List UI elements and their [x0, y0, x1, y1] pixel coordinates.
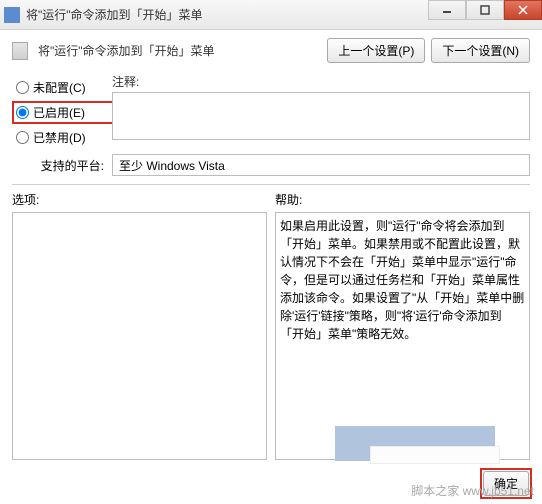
radio-disabled[interactable]: 已禁用(D)	[16, 129, 112, 146]
platform-value: 至少 Windows Vista	[119, 157, 225, 174]
overlay-decoration-2	[370, 446, 500, 464]
comment-label: 注释:	[112, 73, 530, 90]
radio-not-configured-label: 未配置(C)	[33, 79, 86, 96]
platform-label: 支持的平台:	[12, 157, 106, 174]
radio-enabled-input[interactable]	[16, 106, 29, 119]
options-panel[interactable]	[12, 212, 267, 460]
header-row: 将"运行"命令添加到「开始」菜单 上一个设置(P) 下一个设置(N)	[12, 38, 530, 63]
radio-disabled-input[interactable]	[16, 131, 29, 144]
comment-textarea[interactable]	[112, 92, 530, 140]
policy-icon	[12, 42, 28, 60]
highlight-box: 已启用(E)	[12, 101, 116, 124]
minimize-button[interactable]	[428, 0, 466, 20]
window-title: 将"运行"命令添加到「开始」菜单	[26, 6, 203, 23]
app-icon	[4, 7, 20, 23]
policy-title: 将"运行"命令添加到「开始」菜单	[38, 42, 215, 59]
window-controls	[428, 0, 542, 20]
watermark: 脚本之家 www.jb51.net	[411, 482, 534, 499]
options-label: 选项:	[12, 191, 267, 208]
help-text: 如果启用此设置，则"运行"命令将会添加到「开始」菜单。如果禁用或不配置此设置，默…	[280, 219, 524, 341]
bottom-bar: 确定 脚本之家 www.jb51.net	[0, 466, 542, 501]
radio-disabled-label: 已禁用(D)	[33, 129, 86, 146]
platform-field: 至少 Windows Vista	[112, 154, 530, 176]
radio-not-configured[interactable]: 未配置(C)	[16, 79, 112, 96]
radio-not-configured-input[interactable]	[16, 81, 29, 94]
prev-setting-button[interactable]: 上一个设置(P)	[327, 38, 425, 63]
close-button[interactable]	[504, 0, 542, 20]
maximize-button[interactable]	[466, 0, 504, 20]
titlebar: 将"运行"命令添加到「开始」菜单	[0, 0, 542, 30]
state-radios: 未配置(C) 已启用(E) 已禁用(D)	[12, 73, 112, 154]
next-setting-button[interactable]: 下一个设置(N)	[431, 38, 530, 63]
help-panel: 如果启用此设置，则"运行"命令将会添加到「开始」菜单。如果禁用或不配置此设置，默…	[275, 212, 530, 460]
radio-enabled-label: 已启用(E)	[33, 104, 85, 121]
divider	[12, 184, 530, 185]
radio-enabled[interactable]: 已启用(E)	[16, 104, 112, 121]
help-label: 帮助:	[275, 191, 530, 208]
